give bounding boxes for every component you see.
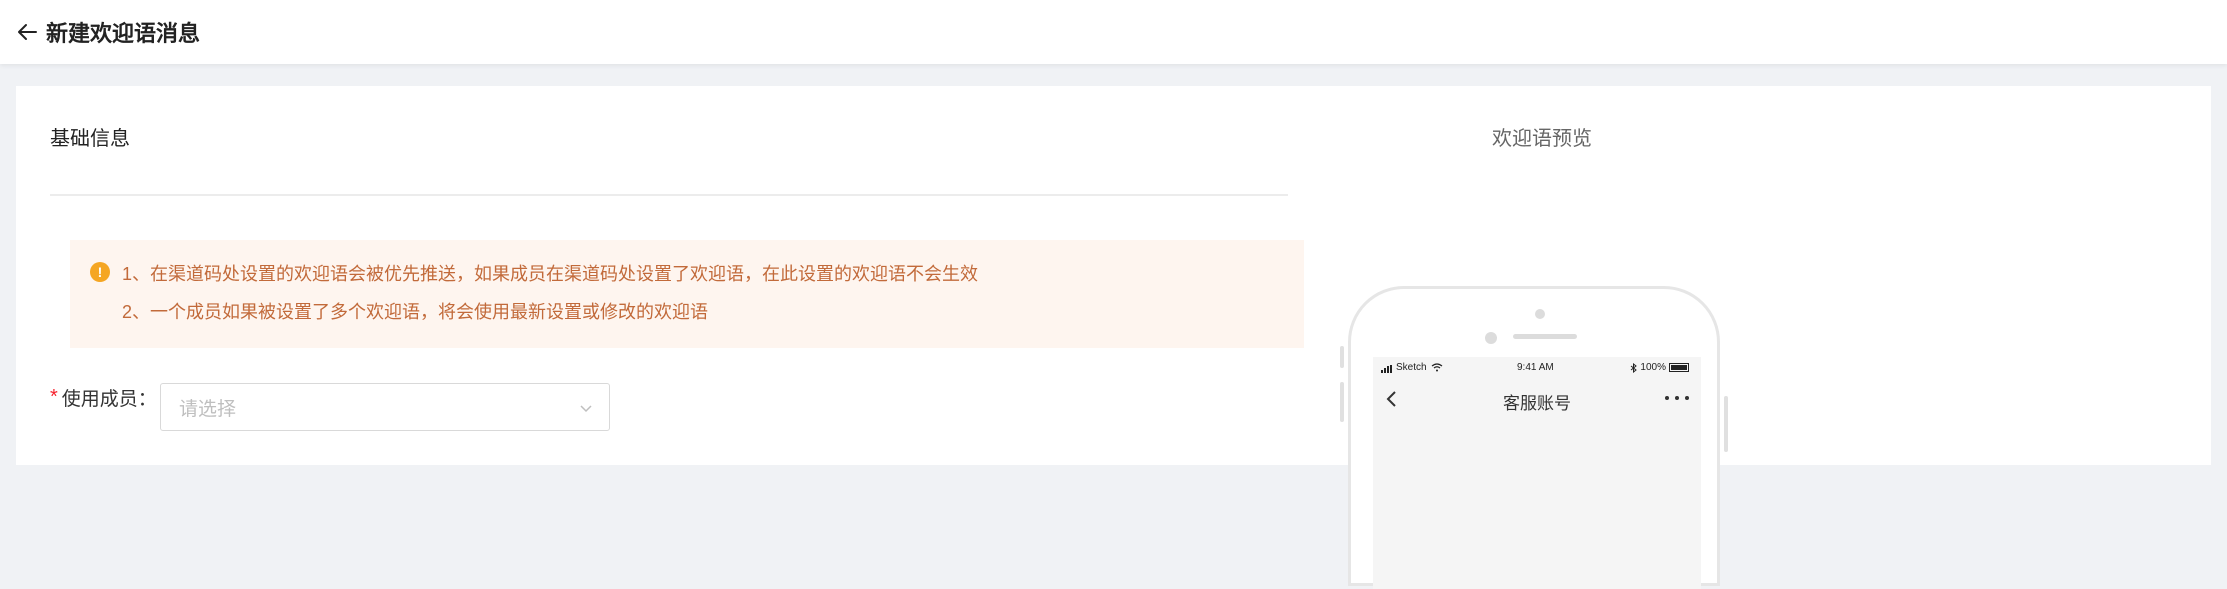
status-bar: Sketch 9:41 AM 100% xyxy=(1373,357,1701,379)
status-bar-right: 100% xyxy=(1630,362,1689,373)
carrier-label: Sketch xyxy=(1396,362,1427,373)
signal-icon xyxy=(1381,362,1393,373)
phone-side-button xyxy=(1340,382,1344,422)
phone-camera xyxy=(1535,309,1545,319)
preview-title: 欢迎语预览 xyxy=(1492,128,1592,150)
section-title: 基础信息 xyxy=(50,128,130,150)
battery-percent: 100% xyxy=(1640,362,1666,373)
battery-icon xyxy=(1669,363,1689,372)
chat-nav-bar: 客服账号 xyxy=(1373,379,1701,419)
phone-side-button xyxy=(1340,346,1344,368)
member-field-label: 使用成员： xyxy=(61,389,157,410)
notice-line-1: 1、在渠道码处设置的欢迎语会被优先推送，如果成员在渠道码处设置了欢迎语，在此设置… xyxy=(122,264,979,284)
more-dots-icon[interactable] xyxy=(1665,391,1689,405)
phone-speaker xyxy=(1513,334,1577,339)
wifi-icon xyxy=(1431,363,1442,372)
phone-sensor xyxy=(1485,332,1497,344)
status-time: 9:41 AM xyxy=(1517,362,1554,373)
phone-body: Sketch 9:41 AM 100% 客服账号 xyxy=(1348,286,1720,589)
member-field-label-row: * 使用成员： xyxy=(50,384,157,411)
chevron-down-icon xyxy=(580,405,592,413)
member-select[interactable]: 请选择 xyxy=(160,383,610,431)
status-bar-left: Sketch xyxy=(1381,362,1443,373)
member-select-placeholder: 请选择 xyxy=(179,398,237,420)
arrow-left-icon[interactable] xyxy=(14,19,40,45)
required-mark: * xyxy=(50,386,58,408)
chat-title: 客服账号 xyxy=(1503,394,1571,413)
page-title: 新建欢迎语消息 xyxy=(46,21,201,46)
top-bar: 新建欢迎语消息 xyxy=(0,0,2227,64)
exclamation-circle-icon: ! xyxy=(90,262,110,282)
basic-info-panel: 基础信息 ! 1、在渠道码处设置的欢迎语会被优先推送，如果成员在渠道码处设置了欢… xyxy=(16,86,1306,465)
phone-screen: Sketch 9:41 AM 100% 客服账号 xyxy=(1373,357,1701,589)
notice-alert: ! 1、在渠道码处设置的欢迎语会被优先推送，如果成员在渠道码处设置了欢迎语，在此… xyxy=(70,240,1304,348)
phone-side-button xyxy=(1724,396,1728,452)
phone-preview: Sketch 9:41 AM 100% 客服账号 xyxy=(1340,286,1728,589)
content-card: 基础信息 ! 1、在渠道码处设置的欢迎语会被优先推送，如果成员在渠道码处设置了欢… xyxy=(16,86,2211,589)
divider xyxy=(50,194,1288,196)
bluetooth-icon xyxy=(1631,362,1638,373)
notice-line-2: 2、一个成员如果被设置了多个欢迎语，将会使用最新设置或修改的欢迎语 xyxy=(122,302,709,322)
